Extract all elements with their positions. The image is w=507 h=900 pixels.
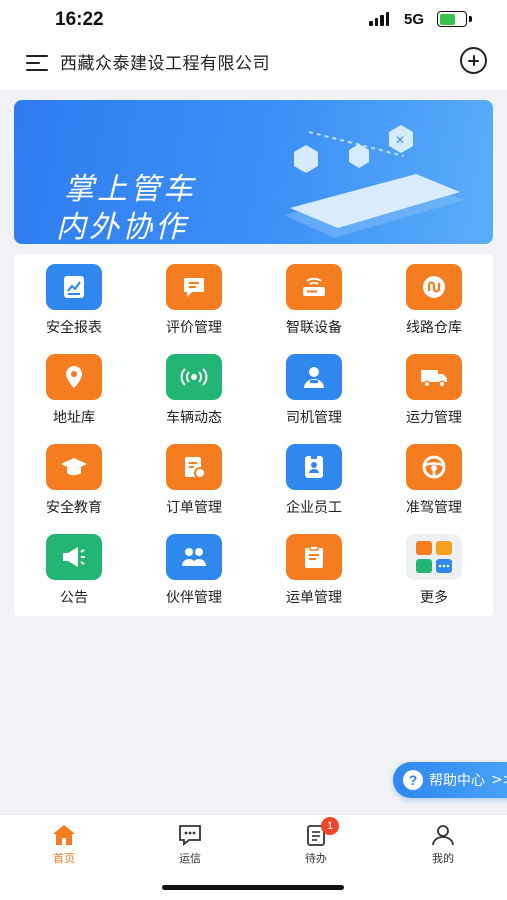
svg-text:✕: ✕ xyxy=(395,133,405,147)
report-chart-icon xyxy=(46,264,102,310)
tab-profile[interactable]: 我的 xyxy=(403,823,483,873)
tab-label: 首页 xyxy=(53,852,75,865)
grid-label: 企业员工 xyxy=(286,500,342,516)
tab-label: 我的 xyxy=(432,852,454,865)
grid-item-address-book[interactable]: 地址库 xyxy=(14,344,134,434)
grid-label: 线路仓库 xyxy=(406,320,462,336)
grid-label: 伙伴管理 xyxy=(166,590,222,606)
grid-item-review-management[interactable]: 评价管理 xyxy=(134,254,254,344)
steering-wheel-icon xyxy=(406,444,462,490)
status-time: 16:22 xyxy=(55,9,104,30)
partners-icon xyxy=(166,534,222,580)
message-icon xyxy=(177,823,203,847)
battery-icon xyxy=(437,11,467,27)
grid-item-vehicle-dynamics[interactable]: 车辆动态 xyxy=(134,344,254,434)
grid-item-safety-report[interactable]: 安全报表 xyxy=(14,254,134,344)
grid-item-waybill-management[interactable]: 运单管理 xyxy=(254,524,374,614)
grid-item-driver-management[interactable]: 司机管理 xyxy=(254,344,374,434)
banner-illustration: ✕ xyxy=(284,125,464,238)
todo-badge: 1 xyxy=(321,817,339,835)
tab-label: 待办 xyxy=(305,852,327,865)
grid-item-announcement[interactable]: 公告 xyxy=(14,524,134,614)
home-indicator xyxy=(162,885,344,890)
grid-label: 运单管理 xyxy=(286,590,342,606)
grid-label: 司机管理 xyxy=(286,410,342,426)
signal-icon xyxy=(369,12,389,26)
grid-label: 公告 xyxy=(60,590,88,606)
page-title: 西藏众泰建设工程有限公司 xyxy=(60,54,270,74)
app-header: 西藏众泰建设工程有限公司 xyxy=(0,40,507,90)
route-icon xyxy=(406,264,462,310)
grid-item-enterprise-staff[interactable]: 企业员工 xyxy=(254,434,374,524)
grid-item-safety-education[interactable]: 安全教育 xyxy=(14,434,134,524)
status-bar: 16:22 5G xyxy=(0,0,507,40)
megaphone-icon xyxy=(46,534,102,580)
help-arrow: >> xyxy=(491,772,507,788)
grid-label: 订单管理 xyxy=(166,500,222,516)
tab-home[interactable]: 首页 xyxy=(24,823,104,873)
graduation-cap-icon xyxy=(46,444,102,490)
help-center-label: 帮助中心 xyxy=(429,773,485,789)
grid-label: 智联设备 xyxy=(286,320,342,336)
user-icon xyxy=(430,823,456,847)
grid-item-more[interactable]: 更多 xyxy=(374,524,494,614)
comment-icon xyxy=(166,264,222,310)
grid-item-partner-management[interactable]: 伙伴管理 xyxy=(134,524,254,614)
grid-label: 运力管理 xyxy=(406,410,462,426)
grid-label: 安全教育 xyxy=(46,500,102,516)
add-circle-icon[interactable] xyxy=(460,47,487,74)
driver-icon xyxy=(286,354,342,400)
menu-icon[interactable] xyxy=(26,53,48,73)
bottom-tab-bar: 首页 运信 1 待办 我的 xyxy=(0,814,507,900)
home-icon xyxy=(51,823,77,847)
id-badge-icon xyxy=(286,444,342,490)
more-apps-icon xyxy=(406,534,462,580)
waybill-icon xyxy=(286,534,342,580)
signal-waves-icon xyxy=(166,354,222,400)
grid-item-capacity-management[interactable]: 运力管理 xyxy=(374,344,494,434)
banner-subheadline: 内外协作 xyxy=(56,210,188,244)
promo-banner[interactable]: ✕ 掌上管车 内外协作 xyxy=(14,100,493,244)
order-icon xyxy=(166,444,222,490)
tab-todo[interactable]: 1 待办 xyxy=(276,817,356,873)
grid-label: 地址库 xyxy=(53,410,95,426)
grid-label: 准驾管理 xyxy=(406,500,462,516)
location-pin-icon xyxy=(46,354,102,400)
truck-icon xyxy=(406,354,462,400)
help-center-button[interactable]: ? 帮助中心 >> xyxy=(393,762,507,798)
grid-label: 车辆动态 xyxy=(166,410,222,426)
network-type: 5G xyxy=(404,11,425,28)
device-icon xyxy=(286,264,342,310)
grid-item-route-warehouse[interactable]: 线路仓库 xyxy=(374,254,494,344)
battery-cap xyxy=(469,16,472,22)
grid-item-smart-device[interactable]: 智联设备 xyxy=(254,254,374,344)
todo-icon: 1 xyxy=(303,817,339,847)
grid-item-driving-permit[interactable]: 准驾管理 xyxy=(374,434,494,524)
grid-label: 安全报表 xyxy=(46,320,102,336)
grid-item-order-management[interactable]: 订单管理 xyxy=(134,434,254,524)
grid-label: 更多 xyxy=(420,590,448,606)
tab-messages[interactable]: 运信 xyxy=(150,823,230,873)
help-question-icon: ? xyxy=(403,770,423,790)
function-grid: 安全报表 评价管理 智联设备 线路仓库 地址库 车辆动态 司机管理 运力管理 安… xyxy=(14,254,493,616)
grid-label: 评价管理 xyxy=(166,320,222,336)
tab-label: 运信 xyxy=(179,852,201,865)
